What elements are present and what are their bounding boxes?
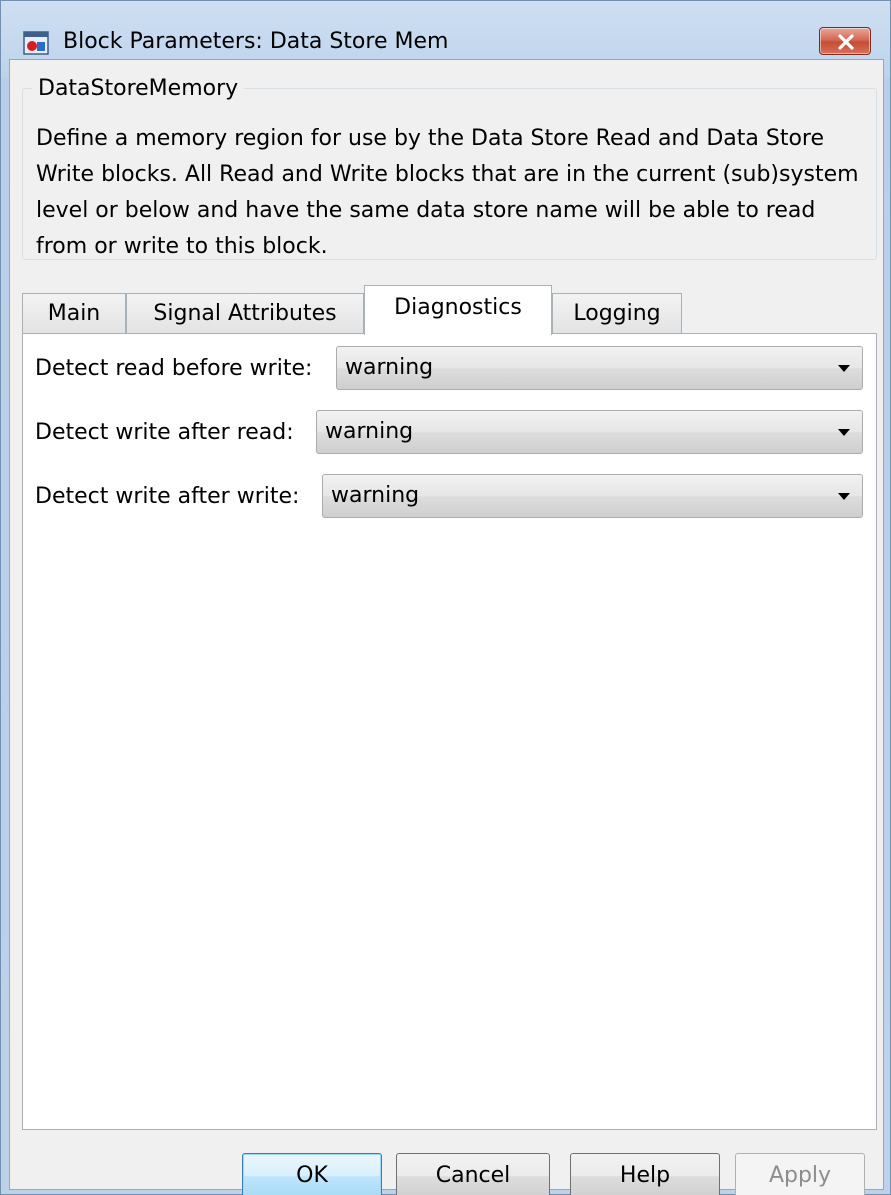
detect-write-after-write-value: warning xyxy=(331,483,420,508)
chevron-down-icon xyxy=(838,493,850,500)
chevron-down-icon xyxy=(838,429,850,436)
tab-diagnostics[interactable]: Diagnostics xyxy=(364,285,552,335)
detect-write-after-write-label: Detect write after write: xyxy=(35,484,300,509)
detect-read-before-write-value: warning xyxy=(345,355,434,380)
apply-button[interactable]: Apply xyxy=(735,1153,865,1195)
block-parameters-window: Block Parameters: Data Store Mem DataSto… xyxy=(0,0,891,1195)
cancel-button[interactable]: Cancel xyxy=(396,1153,550,1195)
group-title: DataStoreMemory xyxy=(32,76,245,101)
dialog-client-area: DataStoreMemory Define a memory region f… xyxy=(9,59,884,1195)
detect-read-before-write-dropdown[interactable]: warning xyxy=(336,346,863,390)
detect-write-after-read-value: warning xyxy=(325,419,414,444)
window-title: Block Parameters: Data Store Mem xyxy=(63,29,449,54)
tab-main[interactable]: Main xyxy=(22,293,126,333)
diagnostics-panel: Detect read before write: warning Detect… xyxy=(22,333,877,1130)
help-button[interactable]: Help xyxy=(570,1153,720,1195)
tab-logging[interactable]: Logging xyxy=(552,293,682,333)
close-button[interactable] xyxy=(819,27,871,55)
block-description: Define a memory region for use by the Da… xyxy=(36,126,859,259)
tab-signal-attributes[interactable]: Signal Attributes xyxy=(126,293,364,333)
detect-write-after-read-label: Detect write after read: xyxy=(35,420,294,445)
detect-read-before-write-label: Detect read before write: xyxy=(35,356,313,381)
detect-write-after-read-dropdown[interactable]: warning xyxy=(316,410,863,454)
ok-button[interactable]: OK xyxy=(242,1153,382,1195)
chevron-down-icon xyxy=(838,365,850,372)
simulink-block-icon xyxy=(23,31,49,55)
close-icon xyxy=(838,34,854,50)
detect-write-after-write-dropdown[interactable]: warning xyxy=(322,474,863,518)
